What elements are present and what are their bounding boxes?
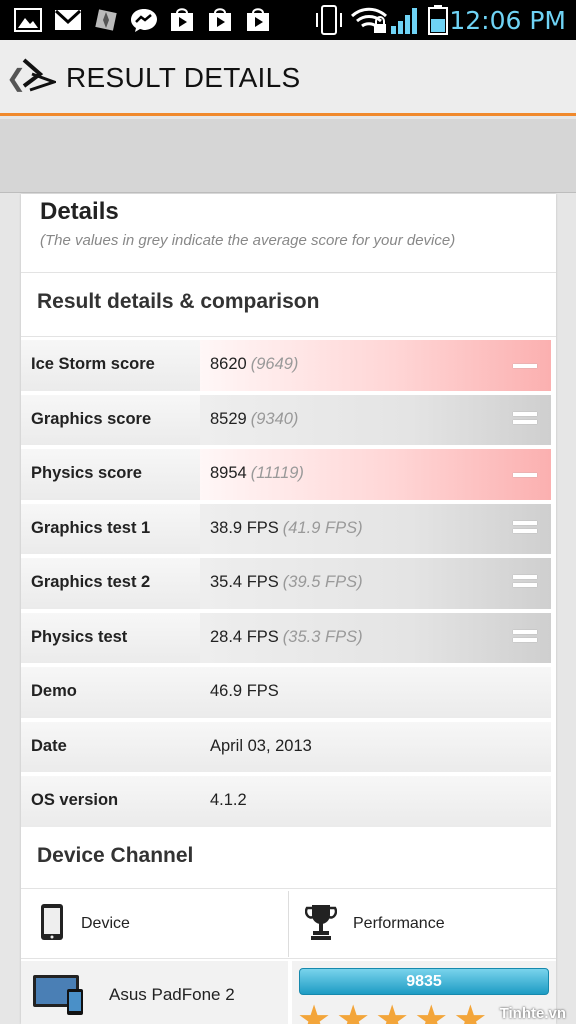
performance-bar: 9835 (299, 968, 549, 995)
performance-column-label: Performance (353, 915, 445, 932)
page-title: RESULT DETAILS (66, 62, 301, 93)
divider (21, 958, 556, 959)
row-value: 38.9 FPS (210, 518, 279, 537)
row-label: Graphics test 1 (31, 518, 151, 537)
star-icon: ★ (297, 999, 332, 1024)
row-average: (9340) (250, 409, 299, 428)
action-bar: ❮ RESULT DETAILS (0, 40, 576, 116)
equal-average-icon (513, 411, 537, 428)
pinwheel-icon (94, 6, 118, 34)
row-average: (39.5 FPS) (282, 573, 363, 591)
details-title: Details (40, 198, 119, 225)
star-icon: ★ (375, 999, 410, 1024)
messenger-icon (130, 6, 158, 34)
result-row-graphics-score: Graphics score 8529 (9340) (21, 394, 551, 445)
column-divider (288, 961, 292, 1024)
performance-column-header: Performance (304, 894, 445, 954)
device-column-label: Device (81, 915, 130, 932)
row-label: Graphics score (31, 409, 152, 428)
comparison-section-title: Result details & comparison (37, 290, 320, 313)
performance-score: 9835 (406, 973, 442, 990)
divider (21, 888, 556, 889)
result-row-os-version: OS version 4.1.2 (21, 776, 551, 827)
star-icon: ★ (414, 999, 449, 1024)
result-row-date: Date April 03, 2013 (21, 721, 551, 773)
header-band (0, 119, 576, 193)
star-icon: ★ (336, 999, 371, 1024)
device-channel-title: Device Channel (37, 844, 194, 867)
watermark: Tinhte.vn (499, 1005, 566, 1022)
below-average-icon (513, 364, 537, 380)
play-store-icon (206, 6, 234, 34)
signal-icon (390, 6, 422, 34)
device-thumbnail-icon (31, 973, 87, 1022)
device-name: Asus PadFone 2 (109, 985, 235, 1004)
device-column-header: Device (39, 894, 130, 954)
row-average: (9649) (250, 355, 299, 373)
column-divider (288, 891, 289, 957)
result-row-graphics-test-1: Graphics test 1 38.9 FPS (41.9 FPS) (21, 503, 551, 554)
row-value: 4.1.2 (210, 791, 247, 809)
row-value: 8954 (210, 464, 247, 482)
result-row-physics-score: Physics score 8954 (11119) (21, 449, 551, 500)
star-rating: ★ ★ ★ ★ ★ (297, 1001, 492, 1024)
app-logo-icon[interactable] (20, 58, 59, 97)
row-label: OS version (31, 791, 119, 809)
wifi-lock-icon (350, 6, 388, 34)
row-label: Physics score (31, 464, 142, 482)
row-value-cell: 28.4 FPS (35.3 FPS) (200, 612, 551, 663)
equal-average-icon (513, 520, 537, 537)
row-value-cell: 4.1.2 (200, 776, 551, 827)
row-value-cell: April 03, 2013 (200, 722, 551, 773)
row-label: Date (31, 736, 67, 755)
row-average: (35.3 FPS) (282, 627, 363, 646)
row-value-cell: 8954 (11119) (200, 449, 551, 500)
row-value-cell: 38.9 FPS (41.9 FPS) (200, 503, 551, 554)
gmail-icon (54, 6, 82, 34)
row-label: Demo (31, 682, 77, 700)
result-rows: Ice Storm score 8620 (9649) Graphics scor… (21, 340, 551, 831)
result-row-ice-storm: Ice Storm score 8620 (9649) (21, 340, 551, 391)
status-time: 12:06 PM (449, 6, 566, 35)
result-row-physics-test: Physics test 28.4 FPS (35.3 FPS) (21, 612, 551, 663)
row-value: 8620 (210, 355, 247, 373)
result-row-graphics-test-2: Graphics test 2 35.4 FPS (39.5 FPS) (21, 558, 551, 609)
battery-icon (428, 5, 448, 35)
divider (21, 272, 556, 273)
row-value-cell: 8620 (9649) (200, 340, 551, 391)
row-value: 28.4 FPS (210, 627, 279, 646)
play-store-icon (244, 6, 272, 34)
row-value-cell: 46.9 FPS (200, 667, 551, 718)
trophy-icon (304, 903, 338, 946)
vibrate-icon (312, 5, 346, 35)
status-bar: 12:06 PM (0, 0, 576, 40)
row-value: 35.4 FPS (210, 573, 279, 591)
result-row-demo: Demo 46.9 FPS (21, 667, 551, 718)
device-row[interactable]: Asus PadFone 2 9835 ★ ★ ★ ★ ★ (21, 961, 556, 1024)
gallery-icon (14, 6, 42, 34)
row-label: Ice Storm score (31, 355, 155, 373)
star-icon: ★ (453, 999, 488, 1024)
row-value: 46.9 FPS (210, 682, 279, 700)
phone-icon (39, 903, 65, 946)
row-value-cell: 8529 (9340) (200, 394, 551, 445)
row-average: (11119) (250, 464, 304, 482)
equal-average-icon (513, 575, 537, 591)
divider (21, 336, 556, 337)
row-value-cell: 35.4 FPS (39.5 FPS) (200, 558, 551, 609)
row-label: Physics test (31, 627, 128, 646)
details-subtitle: (The values in grey indicate the average… (40, 232, 456, 249)
details-card: Details (The values in grey indicate the… (21, 194, 556, 1024)
play-store-icon (168, 6, 196, 34)
below-average-icon (513, 473, 537, 489)
row-value: April 03, 2013 (210, 736, 312, 755)
equal-average-icon (513, 629, 537, 646)
row-value: 8529 (210, 409, 247, 428)
row-label: Graphics test 2 (31, 573, 151, 591)
row-average: (41.9 FPS) (282, 518, 363, 537)
